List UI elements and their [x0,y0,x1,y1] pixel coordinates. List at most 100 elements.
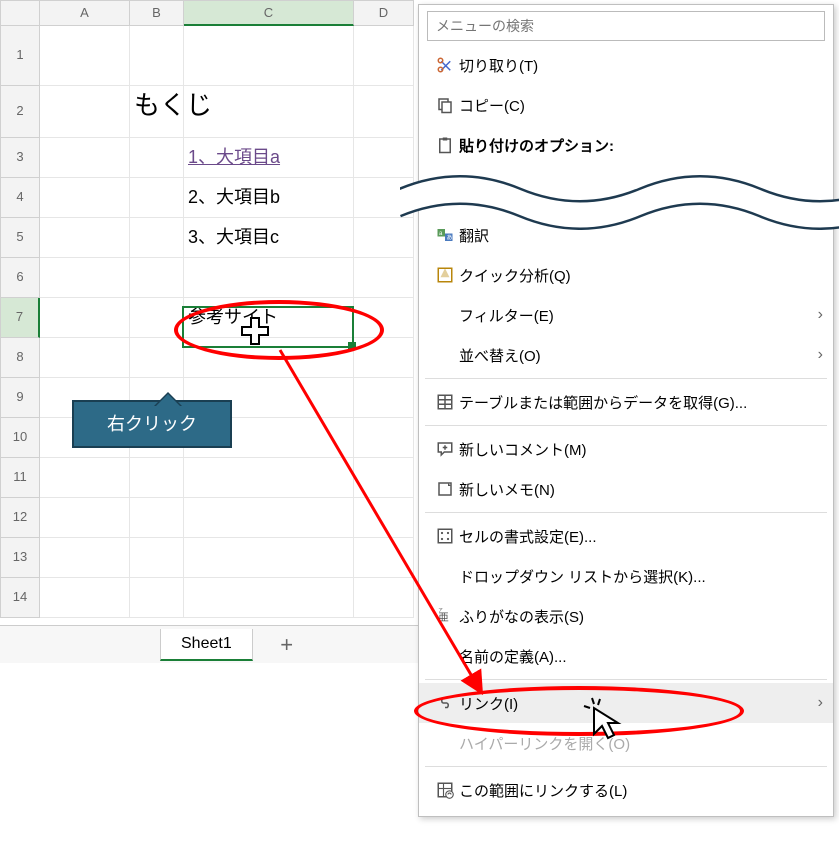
cell-c3-hyperlink[interactable]: 1、大項目a [184,138,354,178]
cell[interactable] [184,338,354,378]
cell[interactable] [354,418,414,458]
cell[interactable] [40,338,130,378]
cell[interactable] [354,338,414,378]
menu-item-new-note[interactable]: 新しいメモ(N) [419,469,833,509]
menu-item-define-name[interactable]: 名前の定義(A)... [419,636,833,676]
row-header-7[interactable]: 7 [0,298,40,338]
cell[interactable] [184,458,354,498]
menu-label: 貼り付けのオプション: [459,135,823,156]
menu-item-get-data[interactable]: テーブルまたは範囲からデータを取得(G)... [419,382,833,422]
menu-item-link[interactable]: リンク(I) › [419,683,833,723]
row-header-3[interactable]: 3 [0,138,40,178]
cell[interactable] [130,26,184,86]
row-header-10[interactable]: 10 [0,418,40,458]
col-header-a[interactable]: A [40,0,130,26]
cell[interactable] [354,178,414,218]
cell[interactable] [130,498,184,538]
cell[interactable] [130,338,184,378]
col-header-b[interactable]: B [130,0,184,26]
cell[interactable] [184,498,354,538]
cell[interactable] [354,218,414,258]
cell[interactable] [130,138,184,178]
cell[interactable] [354,458,414,498]
row-header-8[interactable]: 8 [0,338,40,378]
cell-c4[interactable]: 2、大項目b [184,178,354,218]
cell-b2[interactable]: もくじ [130,86,184,138]
row-header-13[interactable]: 13 [0,538,40,578]
row-header-9[interactable]: 9 [0,378,40,418]
menu-item-filter[interactable]: フィルター(E) › [419,295,833,335]
cell[interactable] [130,218,184,258]
menu-label: 新しいコメント(M) [459,439,823,460]
cell[interactable] [130,178,184,218]
translate-icon: aあ [431,226,459,244]
cell[interactable] [130,458,184,498]
cell-c5[interactable]: 3、大項目c [184,218,354,258]
chevron-right-icon: › [818,694,823,712]
row-header-14[interactable]: 14 [0,578,40,618]
menu-item-dropdown-select[interactable]: ドロップダウン リストから選択(K)... [419,556,833,596]
cell[interactable] [354,538,414,578]
cell-c7-selected[interactable]: 参考サイト [184,298,354,338]
menu-separator [425,766,827,767]
menu-item-sort[interactable]: 並べ替え(O) › [419,335,833,375]
cell[interactable] [184,578,354,618]
add-sheet-button[interactable]: + [253,632,303,658]
cell[interactable] [184,26,354,86]
cell[interactable] [184,86,354,138]
menu-separator [425,679,827,680]
row-header-2[interactable]: 2 [0,86,40,138]
row-header-11[interactable]: 11 [0,458,40,498]
cell[interactable] [40,538,130,578]
cell[interactable] [40,138,130,178]
cell[interactable] [130,258,184,298]
menu-item-translate[interactable]: aあ 翻訳 [419,215,833,255]
cell[interactable] [184,258,354,298]
svg-text:亜: 亜 [438,612,449,624]
cell[interactable] [354,26,414,86]
cell[interactable] [40,258,130,298]
menu-item-cut[interactable]: 切り取り(T) [419,45,833,85]
cell[interactable] [40,86,130,138]
cell[interactable] [40,458,130,498]
cell[interactable] [40,218,130,258]
cell[interactable] [40,298,130,338]
cell[interactable] [184,538,354,578]
cell[interactable] [354,298,414,338]
menu-label: リンク(I) [459,693,818,714]
col-header-d[interactable]: D [354,0,414,26]
menu-separator [425,378,827,379]
menu-item-link-range[interactable]: この範囲にリンクする(L) [419,770,833,810]
cell[interactable] [354,578,414,618]
cell[interactable] [130,538,184,578]
menu-item-copy[interactable]: コピー(C) [419,85,833,125]
select-all-corner[interactable] [0,0,40,26]
cell[interactable] [354,378,414,418]
cell[interactable] [354,258,414,298]
menu-item-furigana[interactable]: 亜ア ふりがなの表示(S) [419,596,833,636]
menu-item-new-comment[interactable]: 新しいコメント(M) [419,429,833,469]
menu-item-quick-analysis[interactable]: クイック分析(Q) [419,255,833,295]
menu-item-paste-options[interactable]: 貼り付けのオプション: [419,125,833,165]
link-icon [431,694,459,712]
row-header-6[interactable]: 6 [0,258,40,298]
col-header-c[interactable]: C [184,0,354,26]
spreadsheet: A B C D 1 2 もくじ 3 1、大項目a [0,0,420,618]
cell[interactable] [130,578,184,618]
sheet-tab-sheet1[interactable]: Sheet1 [160,629,253,661]
cell[interactable] [40,178,130,218]
cell[interactable] [354,138,414,178]
cell[interactable] [354,498,414,538]
cell[interactable] [40,578,130,618]
cell[interactable] [40,498,130,538]
cell[interactable] [130,298,184,338]
menu-item-format-cells[interactable]: セルの書式設定(E)... [419,516,833,556]
cell[interactable] [40,26,130,86]
menu-search-input[interactable] [427,11,825,41]
row-header-4[interactable]: 4 [0,178,40,218]
row-header-1[interactable]: 1 [0,26,40,86]
row-header-5[interactable]: 5 [0,218,40,258]
cell[interactable] [354,86,414,138]
menu-separator [425,512,827,513]
row-header-12[interactable]: 12 [0,498,40,538]
